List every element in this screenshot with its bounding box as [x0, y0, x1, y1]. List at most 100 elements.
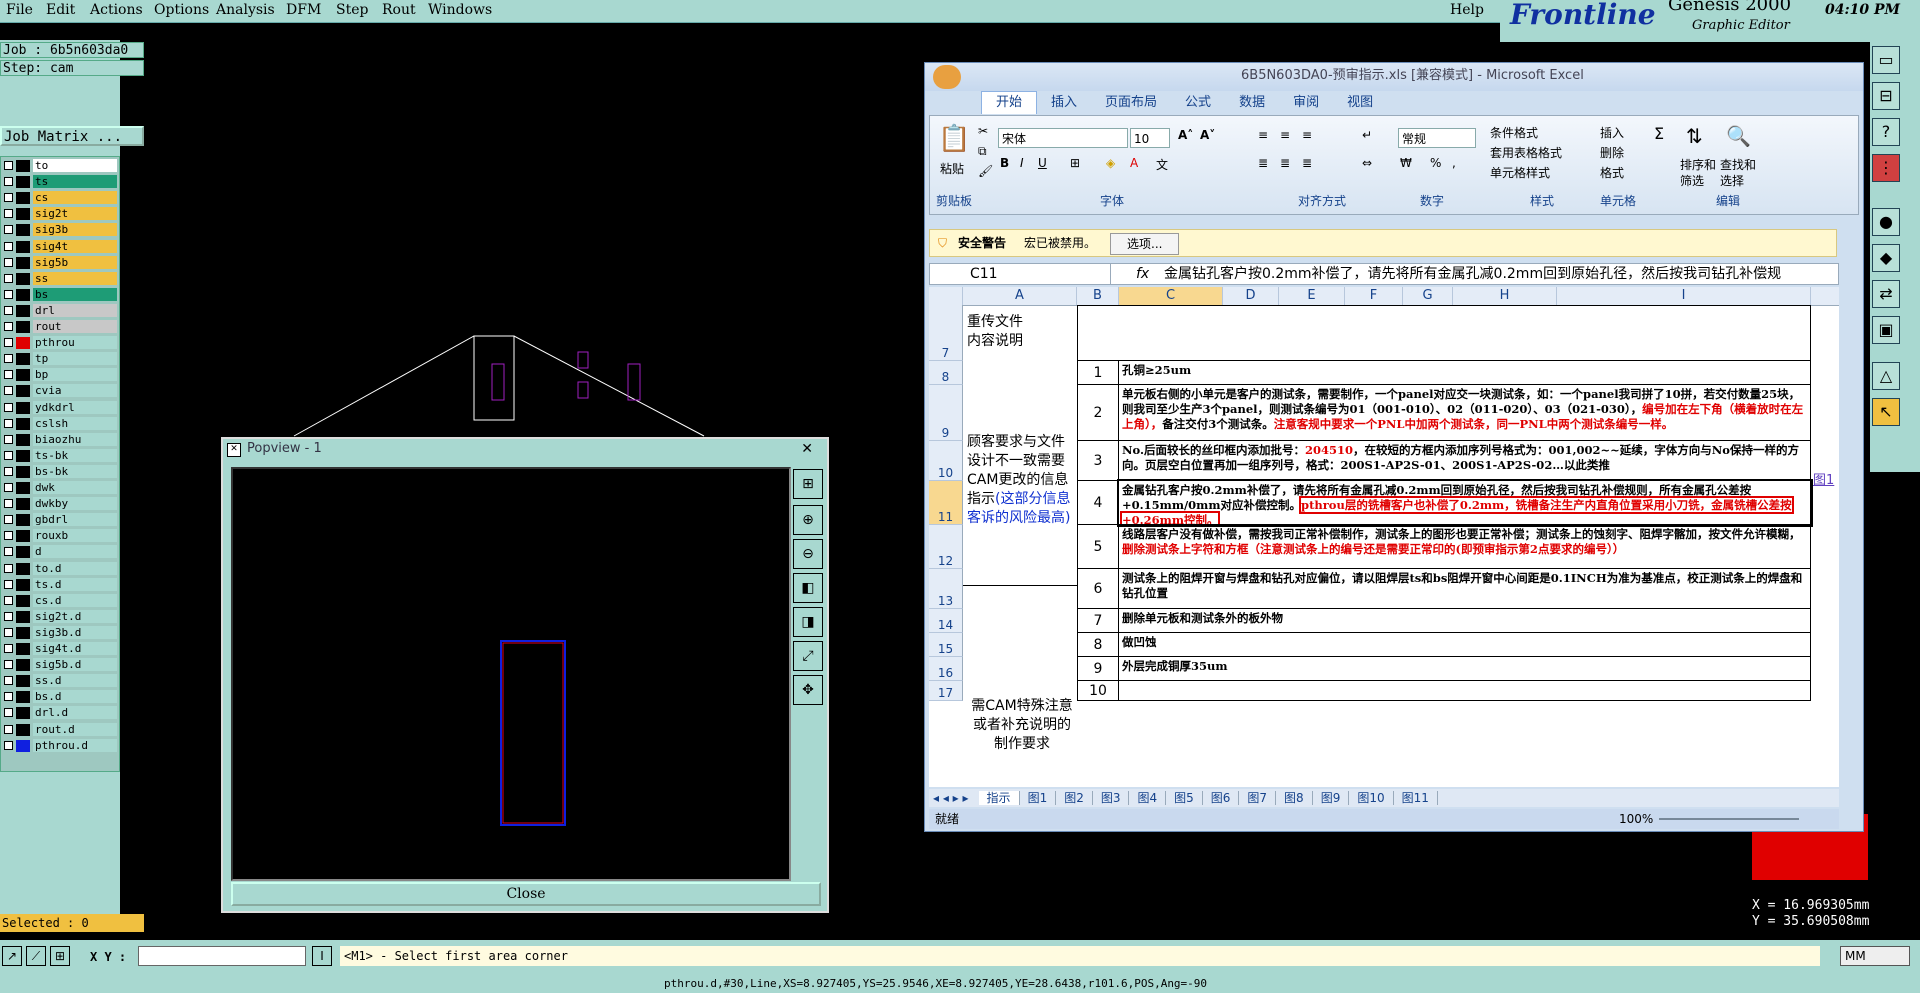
- layer-name[interactable]: rout.d: [33, 722, 117, 736]
- layer-name[interactable]: gbdrl: [33, 513, 117, 527]
- layer-checkbox[interactable]: [4, 402, 13, 412]
- layer-row[interactable]: sig4t: [1, 239, 119, 254]
- layer-row[interactable]: sig5b: [1, 255, 119, 270]
- layer-name[interactable]: ts.d: [33, 577, 117, 591]
- layer-name[interactable]: biaozhu: [33, 432, 117, 446]
- cell-instruction[interactable]: 孔铜≥25um: [1119, 361, 1811, 385]
- snap-icon[interactable]: ◆: [1872, 244, 1900, 272]
- layer-color-swatch[interactable]: [16, 530, 30, 543]
- wrap-text-icon[interactable]: ↵: [1362, 128, 1372, 142]
- cell-a7[interactable]: 重传文件 内容说明: [963, 313, 1081, 351]
- layer-color-swatch[interactable]: [16, 691, 30, 704]
- menu-windows[interactable]: Windows: [428, 2, 492, 18]
- row-header[interactable]: 16: [929, 657, 963, 681]
- percent-icon[interactable]: %: [1430, 156, 1441, 170]
- layer-name[interactable]: pthrou: [33, 336, 117, 350]
- align-right-icon[interactable]: ≣: [1302, 156, 1312, 170]
- insert-cells-button[interactable]: 插入: [1600, 124, 1624, 141]
- delete-cells-button[interactable]: 删除: [1600, 144, 1624, 161]
- layer-row[interactable]: ydkdrl: [1, 400, 119, 415]
- sheet-tab[interactable]: 图1: [1019, 791, 1057, 805]
- merge-icon[interactable]: ⇔: [1362, 156, 1372, 170]
- row-header[interactable]: 15: [929, 633, 963, 657]
- traffic-icon[interactable]: ⋮: [1872, 154, 1900, 182]
- border-icon[interactable]: ⊞: [1070, 156, 1080, 170]
- paste-button[interactable]: 粘贴: [940, 160, 964, 177]
- layer-name[interactable]: dwk: [33, 481, 117, 494]
- figure-link[interactable]: 图1: [1813, 469, 1834, 488]
- row-header[interactable]: 14: [929, 609, 963, 633]
- layer-row[interactable]: rout.d: [1, 722, 119, 737]
- layer-color-swatch[interactable]: [16, 321, 30, 333]
- layer-row[interactable]: sig2t.d: [1, 609, 119, 624]
- table-format-button[interactable]: 套用表格格式: [1490, 144, 1562, 161]
- layer-checkbox[interactable]: [4, 692, 13, 702]
- popview-canvas[interactable]: [231, 467, 791, 881]
- sheet-tab[interactable]: 图10: [1349, 791, 1394, 805]
- bold-icon[interactable]: B: [1000, 156, 1009, 170]
- column-header[interactable]: E: [1279, 287, 1345, 305]
- layer-row[interactable]: sig3b: [1, 223, 119, 237]
- layer-checkbox[interactable]: [4, 547, 13, 557]
- sheet-tab[interactable]: 图9: [1312, 791, 1350, 805]
- menu-edit[interactable]: Edit: [46, 2, 75, 18]
- align-top-icon[interactable]: ≡: [1258, 128, 1268, 142]
- layer-row[interactable]: drl.d: [1, 706, 119, 720]
- cell-instruction[interactable]: 测试条上的阻焊开窗与焊盘和钻孔对应偏位，请以阻焊层ts和bs阻焊开窗中心间距是0…: [1119, 569, 1811, 609]
- layer-checkbox[interactable]: [4, 177, 13, 187]
- layer-row[interactable]: rout: [1, 320, 119, 334]
- cell-index[interactable]: 1: [1077, 361, 1119, 385]
- layer-color-swatch[interactable]: [16, 337, 30, 350]
- layer-color-swatch[interactable]: [16, 514, 30, 527]
- layer-row[interactable]: dwkby: [1, 497, 119, 511]
- fill-color-icon[interactable]: ◈: [1106, 156, 1115, 170]
- sheet-tab[interactable]: 图2: [1056, 791, 1093, 805]
- filter-label[interactable]: 筛选: [1680, 172, 1704, 189]
- layer-color-swatch[interactable]: [16, 369, 30, 382]
- layer-checkbox[interactable]: [4, 611, 13, 621]
- cell-instruction[interactable]: 线路层客户没有做补偿，需按我司正常补偿制作，测试条上的图形也要正常补偿；测试条上…: [1119, 525, 1811, 569]
- menu-help[interactable]: Help: [1450, 2, 1484, 18]
- menu-file[interactable]: File: [6, 2, 33, 18]
- layer-row[interactable]: gbdrl: [1, 513, 119, 527]
- layer-name[interactable]: sig5b.d: [33, 658, 117, 672]
- layer-row[interactable]: cslsh: [1, 416, 119, 431]
- align-center-icon[interactable]: ≣: [1280, 156, 1290, 170]
- layer-row[interactable]: rouxb: [1, 529, 119, 543]
- measure-icon[interactable]: ⟋: [26, 946, 46, 966]
- sort-label[interactable]: 排序和: [1680, 156, 1716, 173]
- layer-row[interactable]: bs.d: [1, 690, 119, 704]
- cell-index[interactable]: 8: [1077, 633, 1119, 657]
- row-header[interactable]: 8: [929, 361, 963, 385]
- column-header[interactable]: B: [1077, 287, 1119, 305]
- menu-actions[interactable]: Actions: [90, 2, 143, 18]
- layer-color-swatch[interactable]: [16, 353, 30, 366]
- paste-icon[interactable]: 📋: [938, 124, 970, 154]
- column-header[interactable]: A: [963, 287, 1077, 305]
- row-header[interactable]: 12: [929, 525, 963, 569]
- layer-checkbox[interactable]: [4, 273, 13, 283]
- sheet-tab[interactable]: 指示: [978, 791, 1020, 805]
- layer-name[interactable]: cvia: [33, 384, 117, 398]
- layer-row[interactable]: cs: [1, 191, 119, 205]
- layer-row[interactable]: to: [1, 159, 119, 173]
- layer-row[interactable]: cvia: [1, 384, 119, 398]
- layer-name[interactable]: to: [33, 159, 117, 172]
- cell-style-button[interactable]: 单元格样式: [1490, 164, 1550, 181]
- cell-instruction[interactable]: No.后面较长的丝印框内添加批号：204510，在较短的方框内添加序列号格式为：…: [1119, 441, 1811, 481]
- layer-name[interactable]: d: [33, 545, 117, 559]
- sheet-tab[interactable]: 图7: [1239, 791, 1277, 805]
- menu-analysis[interactable]: Analysis: [216, 2, 275, 18]
- zoom-slider[interactable]: [1659, 818, 1799, 820]
- layer-row[interactable]: to.d: [1, 561, 119, 576]
- cell-instruction[interactable]: 单元板右侧的小单元是客户的测试条，需要制作，一个panel对应交一块测试条，如：…: [1119, 385, 1811, 441]
- layer-color-swatch[interactable]: [16, 304, 30, 317]
- font-name-select[interactable]: 宋体: [998, 128, 1128, 148]
- column-header[interactable]: G: [1403, 287, 1453, 305]
- function-icon[interactable]: fx: [1136, 264, 1149, 284]
- layer-color-swatch[interactable]: [16, 433, 30, 446]
- layer-color-swatch[interactable]: [16, 482, 30, 494]
- layer-name[interactable]: rout: [33, 320, 117, 333]
- layer-checkbox[interactable]: [4, 450, 13, 460]
- name-box[interactable]: C11: [970, 264, 1111, 284]
